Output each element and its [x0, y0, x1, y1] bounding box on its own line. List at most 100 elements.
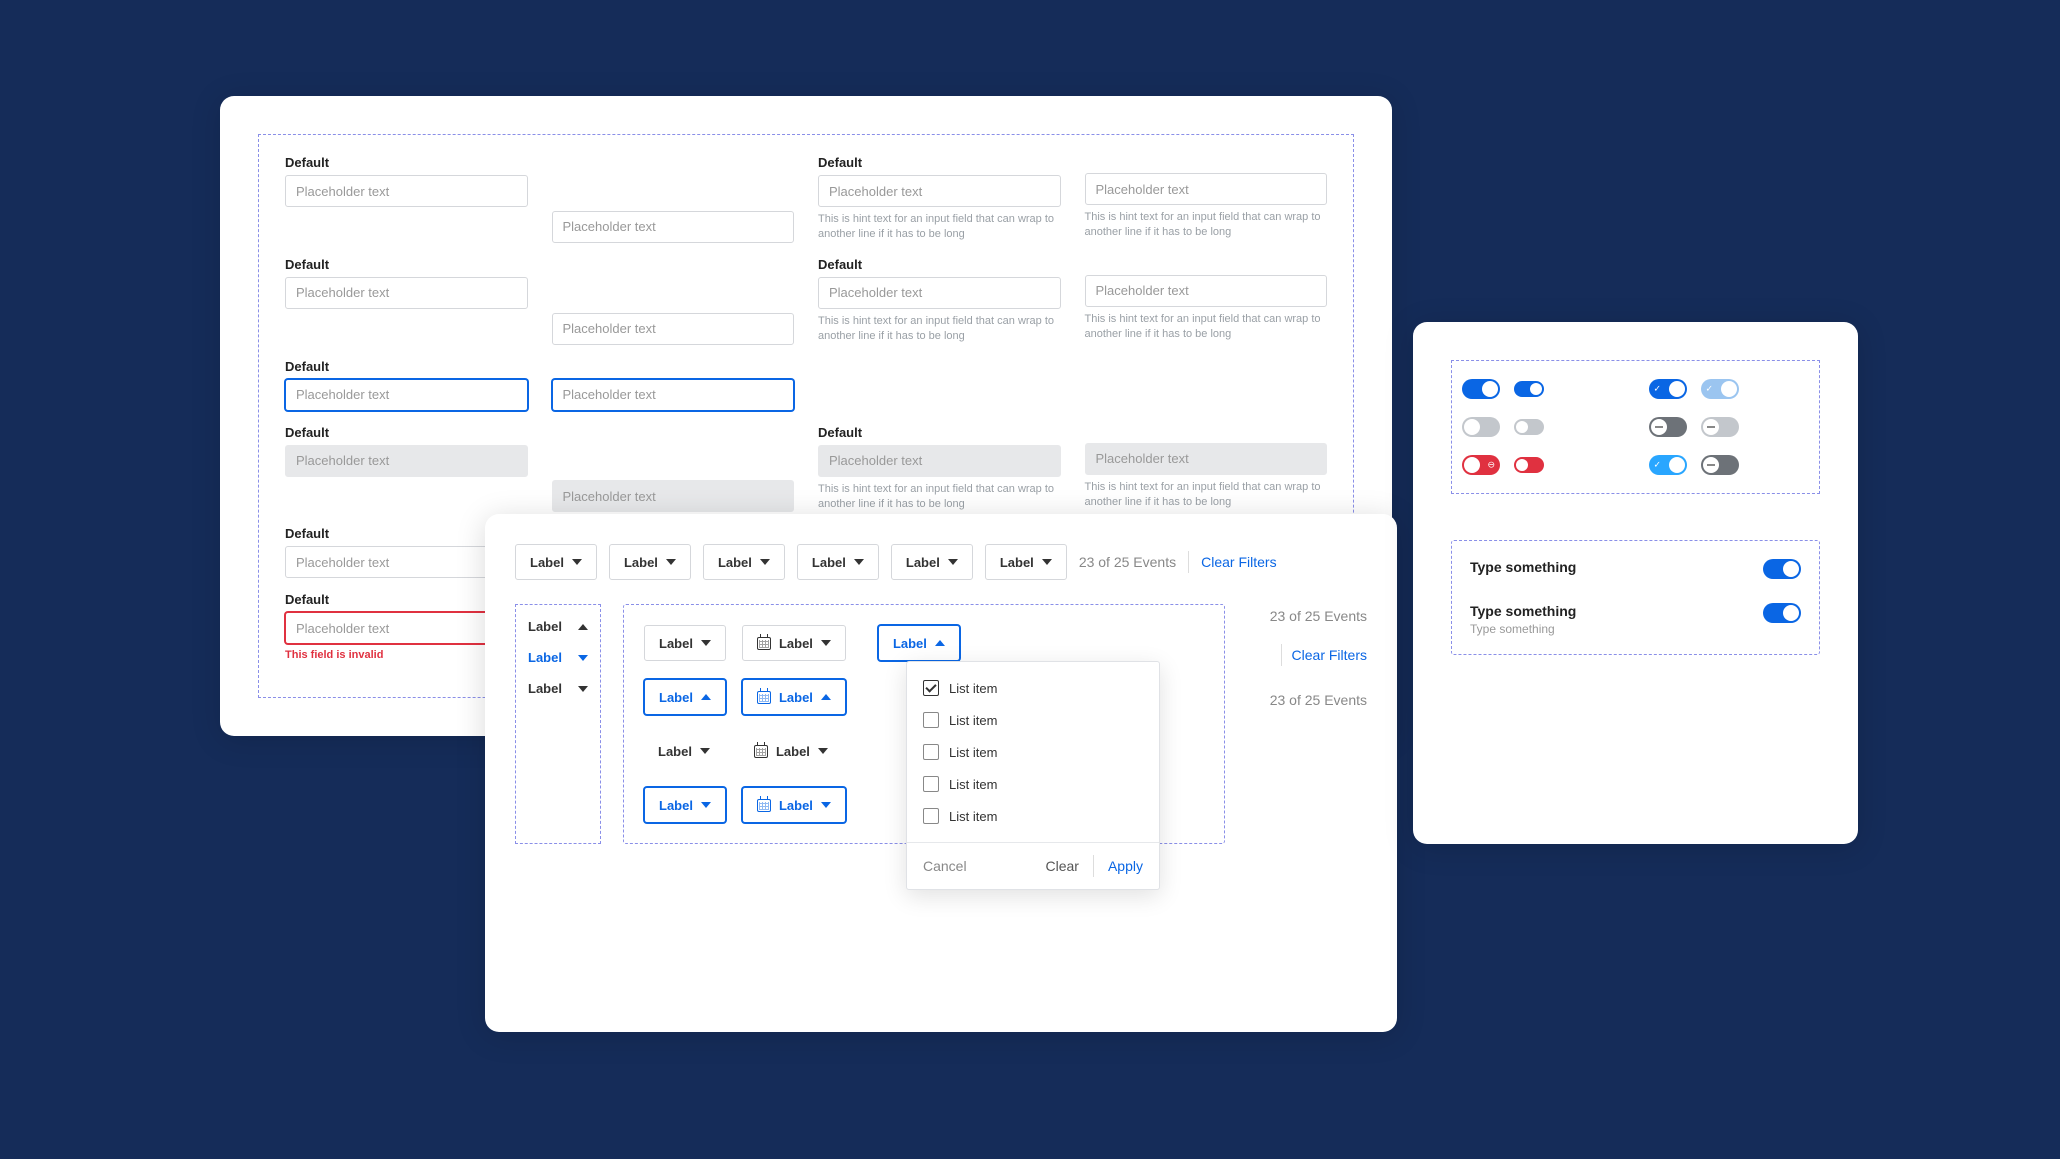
toggle-on-focused[interactable]: ✓ — [1649, 455, 1687, 475]
toggle-off-disabled — [1701, 417, 1739, 437]
toggle-off-dark[interactable] — [1649, 417, 1687, 437]
label-item[interactable]: Label — [526, 615, 590, 638]
toggle-off-small[interactable] — [1514, 419, 1544, 435]
checkbox-icon[interactable] — [923, 776, 939, 792]
results-count: 23 of 25 Events — [1247, 692, 1367, 708]
toggle-error-small[interactable] — [1514, 457, 1544, 473]
calendar-icon — [757, 799, 771, 812]
filter-pill-open[interactable]: Label — [878, 625, 960, 661]
chevron-down-icon — [760, 559, 770, 565]
filter-pill[interactable]: Label — [891, 544, 973, 580]
input-label: Default — [818, 155, 1061, 170]
toggle-on-small[interactable] — [1514, 381, 1544, 397]
chevron-down-icon — [1042, 559, 1052, 565]
text-input[interactable]: Placeholder text — [285, 175, 528, 207]
toggle-off-focused[interactable] — [1701, 455, 1739, 475]
dropdown-item[interactable]: List item — [907, 672, 1159, 704]
setting-toggle[interactable] — [1763, 603, 1801, 623]
text-input[interactable]: Placeholder text — [1085, 275, 1328, 307]
dropdown-item[interactable]: List item — [907, 736, 1159, 768]
input-field: Placeholder text This is hint text for a… — [1085, 257, 1328, 345]
date-filter-pill[interactable]: Label — [742, 625, 846, 661]
text-input-disabled: Placeholder text — [1085, 443, 1328, 475]
text-input-focused[interactable]: Placeholder text — [285, 379, 528, 411]
toggle-on-checkmark[interactable]: ✓ — [1649, 379, 1687, 399]
chevron-up-icon — [935, 640, 945, 646]
setting-row: Type something — [1470, 559, 1801, 579]
text-input[interactable]: Placeholder text — [1085, 173, 1328, 205]
input-field: Placeholder text — [552, 155, 795, 243]
input-field: Default Placeholder text This is hint te… — [818, 257, 1061, 345]
setting-row: Type something Type something — [1470, 603, 1801, 636]
filter-pill[interactable]: Label — [703, 544, 785, 580]
text-input-disabled: Placeholder text — [285, 445, 528, 477]
setting-toggle[interactable] — [1763, 559, 1801, 579]
chevron-down-icon — [700, 748, 710, 754]
setting-sublabel: Type something — [1470, 622, 1576, 636]
text-input-focused[interactable]: Placeholder text — [552, 379, 795, 411]
cancel-button[interactable]: Cancel — [923, 858, 967, 874]
checkbox-checked-icon[interactable] — [923, 680, 939, 696]
text-input[interactable]: Placeholder text — [818, 277, 1061, 309]
checkbox-icon[interactable] — [923, 808, 939, 824]
toggle-error[interactable]: ⊖ — [1462, 455, 1500, 475]
input-label: Default — [285, 425, 528, 440]
input-hint: This is hint text for an input field tha… — [1085, 480, 1328, 511]
input-hint: This is hint text for an input field tha… — [818, 212, 1061, 243]
filter-pill-active[interactable]: Label — [644, 787, 726, 823]
label-item[interactable]: Label — [526, 677, 590, 700]
input-hint: This is hint text for an input field tha… — [1085, 210, 1328, 241]
filter-pill[interactable]: Label — [644, 625, 726, 661]
chevron-down-icon — [821, 802, 831, 808]
filter-pill[interactable]: Label — [985, 544, 1067, 580]
divider — [1281, 644, 1282, 666]
toggle-settings-frame: Type something Type something Type somet… — [1451, 540, 1820, 655]
chevron-down-icon — [578, 655, 588, 661]
input-field: Default Placeholder text — [285, 425, 528, 513]
checkbox-icon[interactable] — [923, 744, 939, 760]
clear-button[interactable]: Clear — [1046, 858, 1079, 874]
text-input-disabled: Placeholder text — [818, 445, 1061, 477]
input-label: Default — [285, 359, 528, 374]
chevron-up-icon — [701, 694, 711, 700]
filter-pill[interactable]: Label — [609, 544, 691, 580]
dropdown-item[interactable]: List item — [907, 704, 1159, 736]
text-input[interactable]: Placeholder text — [552, 313, 795, 345]
filter-pill-borderless[interactable]: Label — [644, 733, 724, 769]
divider — [1093, 855, 1094, 877]
input-hint: This is hint text for an input field tha… — [818, 314, 1061, 345]
filter-pill[interactable]: Label — [797, 544, 879, 580]
chevron-down-icon — [666, 559, 676, 565]
input-field: Default Placeholder text This is hint te… — [818, 155, 1061, 243]
input-field: Placeholder text — [552, 359, 795, 411]
text-input[interactable]: Placeholder text — [552, 211, 795, 243]
chevron-up-icon — [578, 624, 588, 630]
dropdown-item[interactable]: List item — [907, 800, 1159, 832]
input-field: Placeholder text — [552, 425, 795, 513]
date-filter-pill-borderless[interactable]: Label — [740, 733, 842, 769]
text-input[interactable]: Placeholder text — [285, 277, 528, 309]
text-input[interactable]: Placeholder text — [818, 175, 1061, 207]
checkbox-icon[interactable] — [923, 712, 939, 728]
label-item-active[interactable]: Label — [526, 646, 590, 669]
toggle-on[interactable] — [1462, 379, 1500, 399]
filter-bar: Label Label Label Label Label Label 23 o… — [515, 544, 1367, 580]
clear-filters-link[interactable]: Clear Filters — [1292, 647, 1367, 663]
dropdown-item[interactable]: List item — [907, 768, 1159, 800]
chevron-down-icon — [818, 748, 828, 754]
apply-button[interactable]: Apply — [1108, 858, 1143, 874]
text-input-disabled: Placeholder text — [552, 480, 795, 512]
toggle-off[interactable] — [1462, 417, 1500, 437]
input-label: Default — [818, 257, 1061, 272]
date-filter-pill-active[interactable]: Label — [742, 787, 846, 823]
filter-pill-active[interactable]: Label — [644, 679, 726, 715]
date-filter-pill-active[interactable]: Label — [742, 679, 846, 715]
toggle-specimen-frame: ✓ ✓ ⊖ ✓ — [1451, 360, 1820, 494]
chevron-down-icon — [854, 559, 864, 565]
filter-pill[interactable]: Label — [515, 544, 597, 580]
results-count: 23 of 25 Events — [1247, 608, 1367, 624]
input-field: Default Placeholder text — [285, 257, 528, 345]
input-field: Placeholder text This is hint text for a… — [1085, 425, 1328, 513]
clear-filters-link[interactable]: Clear Filters — [1201, 554, 1276, 570]
chevron-down-icon — [578, 686, 588, 692]
